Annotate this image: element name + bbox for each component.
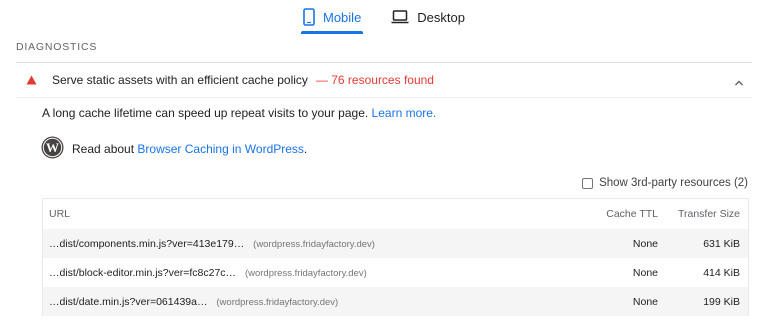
audit-display-value: — 76 resources found xyxy=(315,73,434,87)
resource-url[interactable]: …dist/components.min.js?ver=413e179… xyxy=(49,238,244,250)
lighthouse-report: Mobile Desktop DIAGNOSTICS Serve static … xyxy=(0,0,768,320)
transfer-size-cell: 199 KiB xyxy=(703,295,740,308)
chevron-up-icon[interactable] xyxy=(734,74,744,92)
browser-caching-link[interactable]: Browser Caching in WordPress xyxy=(137,142,304,156)
audit-description: A long cache lifetime can speed up repea… xyxy=(42,106,436,120)
table-row: …dist/date.min.js?ver=061439a… (wordpres… xyxy=(43,287,748,316)
resource-origin: (wordpress.fridayfactory.dev) xyxy=(253,238,375,250)
resource-origin: (wordpress.fridayfactory.dev) xyxy=(216,296,339,308)
resources-table: URL Cache TTL Transfer Size …dist/compon… xyxy=(42,198,749,316)
resource-url[interactable]: …dist/date.min.js?ver=061439a… xyxy=(49,296,207,308)
url-cell: …dist/date.min.js?ver=061439a… (wordpres… xyxy=(43,296,548,308)
third-party-checkbox[interactable] xyxy=(582,177,594,189)
section-title: DIAGNOSTICS xyxy=(16,41,98,53)
learn-more-link[interactable]: Learn more. xyxy=(372,106,437,120)
tab-mobile[interactable]: Mobile xyxy=(301,0,364,34)
resource-url[interactable]: …dist/block-editor.min.js?ver=fc8c27c… xyxy=(49,267,236,279)
svg-text:W: W xyxy=(46,140,59,155)
audit-title: Serve static assets with an efficient ca… xyxy=(52,73,308,87)
cache-ttl-cell: None xyxy=(632,295,658,308)
table-row: …dist/block-editor.min.js?ver=fc8c27c… (… xyxy=(43,258,748,287)
third-party-filter[interactable]: Show 3rd-party resources (2) xyxy=(582,177,748,189)
header-cache-ttl: Cache TTL xyxy=(606,208,658,220)
url-cell: …dist/block-editor.min.js?ver=fc8c27c… (… xyxy=(43,267,548,279)
transfer-size-cell: 631 KiB xyxy=(703,237,740,250)
audit-header[interactable]: Serve static assets with an efficient ca… xyxy=(16,63,752,97)
cache-ttl-cell: None xyxy=(632,237,658,250)
table-header: URL Cache TTL Transfer Size xyxy=(43,199,748,229)
table-row: …dist/components.min.js?ver=413e179… (wo… xyxy=(43,229,748,258)
third-party-label: Show 3rd-party resources (2) xyxy=(599,177,748,189)
cache-ttl-cell: None xyxy=(632,266,658,279)
divider xyxy=(16,97,752,98)
tab-desktop-label: Desktop xyxy=(417,9,465,25)
warning-triangle-icon xyxy=(26,75,38,85)
tab-mobile-label: Mobile xyxy=(323,9,362,25)
device-tabs: Mobile Desktop xyxy=(0,0,768,38)
phone-icon xyxy=(303,8,315,26)
wordpress-icon: W xyxy=(41,136,64,162)
header-url: URL xyxy=(49,208,71,220)
stack-pack-prefix: Read about xyxy=(72,142,135,156)
url-cell: …dist/components.min.js?ver=413e179… (wo… xyxy=(43,238,548,250)
stack-pack-suffix: . xyxy=(303,142,308,156)
laptop-icon xyxy=(391,10,409,24)
header-transfer-size: Transfer Size xyxy=(677,208,740,220)
tab-desktop[interactable]: Desktop xyxy=(389,0,467,34)
stack-pack-text: Read about Browser Caching in WordPress. xyxy=(72,142,307,156)
resource-origin: (wordpress.fridayfactory.dev) xyxy=(244,267,367,279)
description-text: A long cache lifetime can speed up repea… xyxy=(42,106,369,120)
stack-pack: W Read about Browser Caching in WordPres… xyxy=(41,136,307,162)
transfer-size-cell: 414 KiB xyxy=(703,266,740,279)
